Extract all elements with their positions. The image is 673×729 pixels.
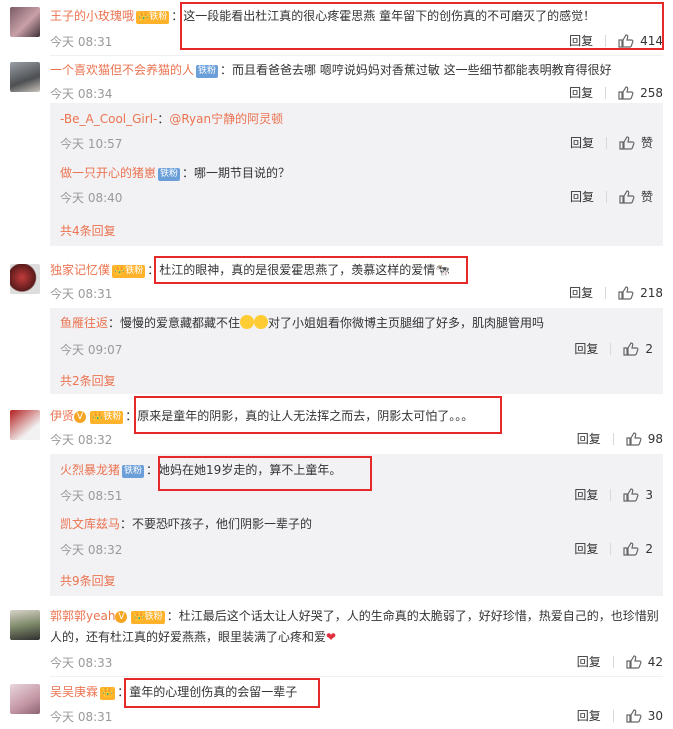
thumbs-up-icon[interactable] (618, 85, 634, 100)
highlight-box (158, 456, 372, 491)
smile-emoji-icon (254, 315, 269, 329)
reply-text: 不要恐吓孩子，他们阴影一辈子的 (132, 517, 313, 531)
timestamp: 今天 10:57 (60, 137, 123, 151)
reply-button[interactable]: 回复 (569, 84, 593, 101)
reply-button[interactable]: 回复 (577, 653, 601, 670)
timestamp: 今天 08:34 (50, 87, 113, 101)
comment-item: 一个喜欢猫但不会养猫的人 铁粉 ：而且看爸爸去哪 嗯哼说妈妈对香蕉过敏 这一些细节都… (0, 56, 673, 246)
like-count: 2 (645, 341, 653, 356)
timestamp: 今天 08:32 (60, 543, 123, 557)
highlight-box (154, 256, 468, 284)
like-count: 3 (645, 487, 653, 502)
thumbs-up-icon[interactable] (619, 189, 635, 204)
fan-badge: 铁粉 (122, 465, 145, 478)
username[interactable]: 王子的小玫瑰哦 (50, 9, 134, 23)
reply-button[interactable]: 回复 (574, 340, 598, 357)
thumbs-up-icon[interactable] (626, 654, 642, 669)
reply-button[interactable]: 回复 (577, 430, 601, 447)
reply-text: 慢慢的爱意藏都藏不住 (120, 316, 241, 330)
fan-badge: 铁粉 (158, 168, 181, 181)
timestamp: 今天 08:31 (50, 35, 113, 49)
like-count: 218 (640, 285, 663, 300)
timestamp: 今天 08:51 (60, 489, 123, 503)
reply-username[interactable]: 鱼雁往返 (60, 316, 108, 330)
reply-text: 对了小姐姐看你微博主页腿细了好多，肌肉腿管用吗 (268, 316, 545, 330)
highlight-box (134, 396, 502, 434)
like-label: 赞 (640, 190, 653, 204)
like-count: 42 (647, 654, 663, 669)
verified-icon: V (74, 411, 87, 423)
crown-icon: 👑 (100, 687, 116, 700)
more-replies-link[interactable]: 共4条回复 (60, 222, 116, 239)
fan-badge: 👑铁粉 (131, 611, 165, 624)
reply-list: 鱼雁往返：慢慢的爱意藏都藏不住 对了小姐姐看你微博主页腿细了好多，肌肉腿管用吗 今… (50, 308, 663, 394)
verified-icon: V (115, 611, 128, 623)
avatar[interactable] (10, 62, 40, 92)
thumbs-up-icon[interactable] (623, 341, 639, 356)
reply-username[interactable]: 做一只开心的猪崽 (60, 166, 156, 180)
reply-item: 鱼雁往返：慢慢的爱意藏都藏不住 对了小姐姐看你微博主页腿细了好多，肌肉腿管用吗 今… (60, 315, 653, 357)
reply-item: -Be_A_Cool_Girl-：@Ryan宁静的阿灵顿 今天 10:57 回复… (60, 112, 653, 151)
reply-item: 凯文库兹马：不要恐吓孩子，他们阴影一辈子的 今天 08:32 回复 2 (60, 517, 653, 557)
reply-username[interactable]: 火烈暴龙猪 (60, 463, 120, 477)
thumbs-up-icon[interactable] (623, 487, 639, 502)
timestamp: 今天 08:32 (50, 433, 113, 447)
fan-badge: 👑铁粉 (136, 11, 170, 24)
avatar[interactable] (10, 7, 40, 37)
avatar[interactable] (10, 264, 40, 294)
like-count: 258 (640, 85, 663, 100)
reply-username[interactable]: -Be_A_Cool_Girl- (60, 112, 157, 126)
thumbs-up-icon[interactable] (623, 541, 639, 556)
comment-item: 吴吴庚霖 👑 ：童年的心理创伤真的会留一辈子 今天 08:31 回复 30 (0, 680, 673, 729)
comment-item: 郭郭郭yeah V 👑铁粉 ：杜江最后这个话太让人好哭了，人的生命真的太脆弱了，好好珍… (0, 604, 673, 674)
timestamp: 今天 08:40 (60, 191, 123, 205)
more-replies-link[interactable]: 共2条回复 (60, 372, 116, 389)
fan-badge: 铁粉 (196, 65, 219, 78)
avatar[interactable] (10, 684, 40, 714)
like-label: 赞 (640, 136, 653, 150)
reply-item: 做一只开心的猪崽 铁粉 ：哪一期节目说的？ 今天 08:40 回复 赞 (60, 166, 653, 205)
mention-link[interactable]: @Ryan宁静的阿灵顿 (169, 112, 283, 126)
like-count: 2 (645, 541, 653, 556)
thumbs-up-icon[interactable] (619, 135, 635, 150)
smile-emoji-icon (240, 315, 255, 329)
heart-emoji-icon: ❤ (326, 630, 337, 644)
username[interactable]: 独家记忆僕 (50, 263, 110, 277)
reply-button[interactable]: 回复 (570, 188, 594, 205)
reply-button[interactable]: 回复 (577, 707, 601, 724)
timestamp: 今天 08:33 (50, 656, 113, 670)
thumbs-up-icon[interactable] (626, 431, 642, 446)
timestamp: 今天 08:31 (50, 287, 113, 301)
reply-list: -Be_A_Cool_Girl-：@Ryan宁静的阿灵顿 今天 10:57 回复… (50, 103, 663, 246)
reply-button[interactable]: 回复 (569, 284, 593, 301)
reply-button[interactable]: 回复 (574, 486, 598, 503)
comment-text: 而且看爸爸去哪 嗯哼说妈妈对香蕉过敏 这一些细节都能表明教育得很好 (232, 63, 612, 77)
like-count: 98 (647, 431, 663, 446)
reply-text: 哪一期节目说的？ (194, 166, 291, 180)
avatar[interactable] (10, 610, 40, 640)
fan-badge: 👑铁粉 (90, 411, 124, 424)
username[interactable]: 伊贤 (50, 409, 74, 423)
highlight-box (180, 2, 664, 50)
thumbs-up-icon[interactable] (618, 285, 634, 300)
thumbs-up-icon[interactable] (626, 708, 642, 723)
comment-feed: 王子的小玫瑰哦 👑铁粉 ：这一段能看出杜江真的很心疼霍思燕 童年留下的创伤真的不可磨… (0, 0, 673, 729)
highlight-box (124, 678, 320, 708)
username[interactable]: 郭郭郭yeah (50, 609, 115, 623)
timestamp: 今天 09:07 (60, 343, 123, 357)
avatar[interactable] (10, 410, 40, 440)
more-replies-link[interactable]: 共9条回复 (60, 572, 116, 589)
username[interactable]: 一个喜欢猫但不会养猫的人 (50, 63, 194, 77)
fan-badge: 👑铁粉 (112, 265, 146, 278)
username[interactable]: 吴吴庚霖 (50, 685, 98, 699)
timestamp: 今天 08:31 (50, 710, 113, 724)
reply-username[interactable]: 凯文库兹马 (60, 517, 120, 531)
reply-button[interactable]: 回复 (570, 134, 594, 151)
reply-button[interactable]: 回复 (574, 540, 598, 557)
like-count: 30 (647, 708, 663, 723)
